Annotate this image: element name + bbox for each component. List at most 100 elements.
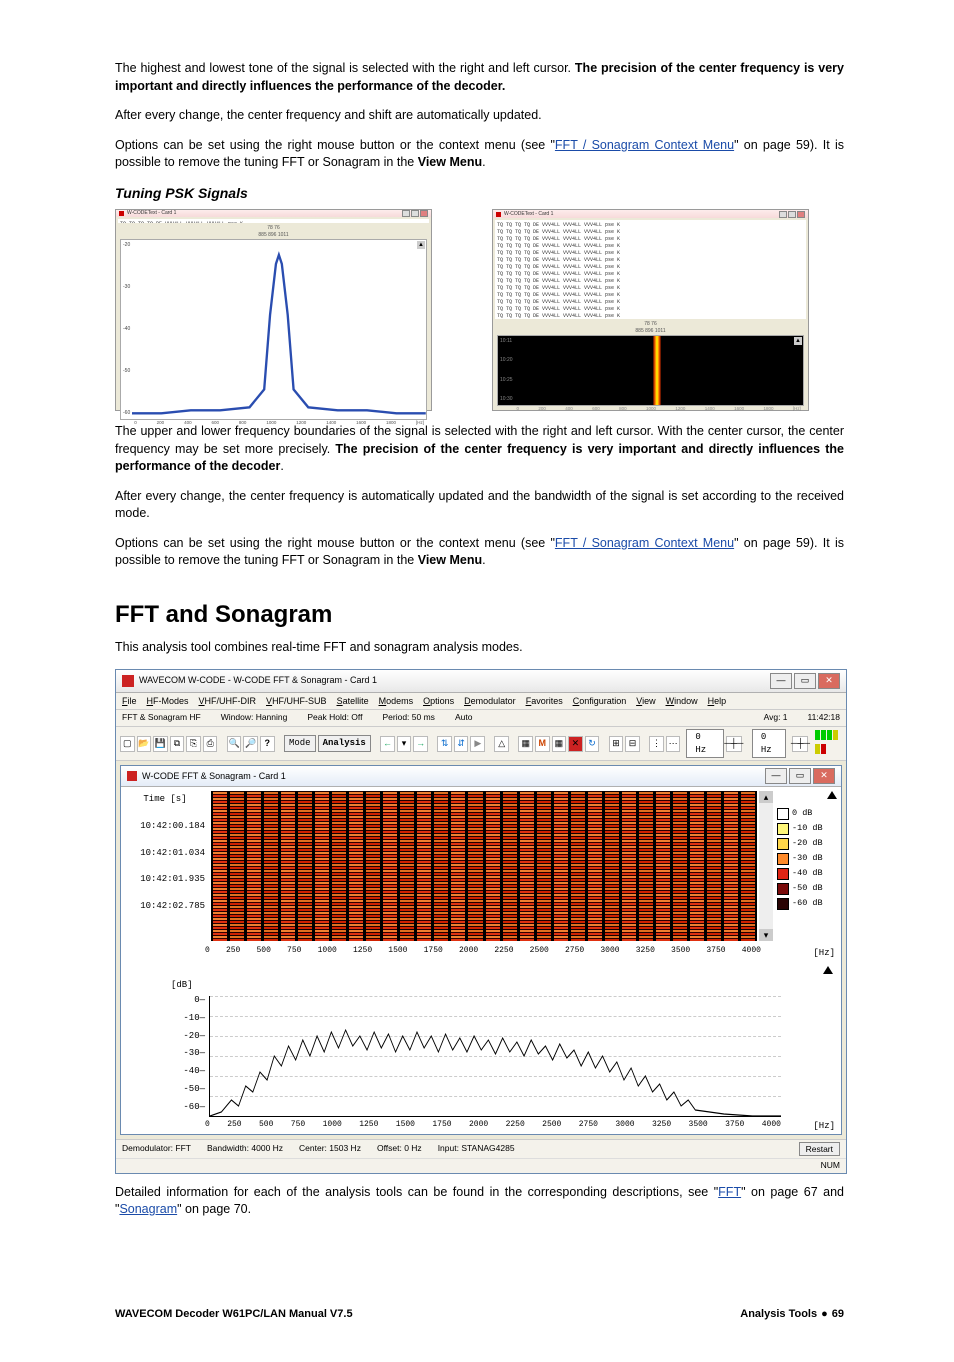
menu-item[interactable]: Configuration [573,695,627,708]
maximize-icon[interactable] [788,211,796,218]
status-window: Window: Hanning [221,712,288,724]
tool-icon[interactable]: △ [494,736,509,752]
sonagram-canvas [211,791,757,941]
status-offset: Offset: 0 Hz [377,1143,422,1155]
close-icon[interactable] [797,211,805,218]
maximize-icon[interactable]: ▭ [794,673,816,689]
status-bar: Demodulator: FFT Bandwidth: 4000 Hz Cent… [116,1139,846,1158]
axis-unit: [Hz] [813,947,835,960]
refresh-icon[interactable]: ↻ [585,736,600,752]
time-tick: 10:42:01.935 [125,873,205,886]
link-fft-sonagram-menu[interactable]: FFT / Sonagram Context Menu [555,536,734,550]
zoom-in-icon[interactable]: 🔍 [227,736,242,752]
titlebar: WAVECOM W-CODE - W-CODE FFT & Sonagram -… [116,670,846,693]
help-icon[interactable]: ? [260,736,275,752]
prev-icon[interactable]: ← [380,736,395,752]
time-tick: 10:42:01.034 [125,847,205,860]
page-footer: WAVECOM Decoder W61PC/LAN Manual V7.5 An… [115,1307,844,1322]
status-time: 11:42:18 [808,712,840,724]
print-icon[interactable]: ⎙ [203,736,218,752]
titlebar: W-CODEText - Card 1 [493,210,808,218]
legend-item: 0 dB [777,808,837,820]
signal-stripe [653,336,661,405]
sonagram-pane: Time [s] 10:42:00.184 10:42:01.034 10:42… [121,787,841,945]
close-icon[interactable]: ✕ [813,768,835,784]
paste-icon[interactable]: ⎘ [186,736,201,752]
scroll-up-icon[interactable]: ▲ [417,241,425,249]
link-fft-sonagram-menu[interactable]: FFT / Sonagram Context Menu [555,138,734,152]
save-icon[interactable]: 💾 [153,736,168,752]
screenshot-row: W-CODEText - Card 1 TQ TQ TQ TQ DE VVV4L… [115,209,844,411]
dropdown-icon[interactable]: ▾ [397,736,412,752]
tool-icon[interactable]: ▦ [518,736,533,752]
next-icon[interactable]: → [413,736,428,752]
collapse-icon[interactable] [823,966,833,974]
menu-item[interactable]: HF-Modes [147,695,189,708]
menu-item[interactable]: Window [666,695,698,708]
axis-label-time: Time [s] [125,793,205,806]
paragraph: The highest and lowest tone of the signa… [115,60,844,95]
legend-item: -40 dB [777,868,837,880]
close-icon[interactable]: ✕ [818,673,840,689]
tune-icon[interactable]: ─┼─ [726,736,742,752]
app-icon [496,212,501,217]
maximize-icon[interactable]: ▭ [789,768,811,784]
menu-item[interactable]: View [636,695,655,708]
status-mode: FFT & Sonagram HF [122,712,201,724]
play-icon[interactable]: ▶ [470,736,485,752]
minimize-icon[interactable]: — [770,673,792,689]
menu-item[interactable]: VHF/UHF-DIR [199,695,257,708]
minimize-icon[interactable] [779,211,787,218]
minimize-icon[interactable]: — [765,768,787,784]
menu-item[interactable]: Modems [379,695,414,708]
sonagram-plot: 10:1110:2010:2510:30 0200400600800100012… [497,335,804,406]
tool-icon[interactable]: ⊟ [625,736,640,752]
footer-title: WAVECOM Decoder W61PC/LAN Manual V7.5 [115,1307,353,1322]
restart-button[interactable]: Restart [799,1142,840,1156]
tool-icon[interactable]: ✕ [568,736,583,752]
tool-icon[interactable]: ⇵ [454,736,469,752]
minimize-icon[interactable] [402,210,410,217]
decoder-text-pane: TQ TQ TQ TQ DE VVV4LL VVV4LL VVV4LL pse … [495,220,806,319]
open-icon[interactable]: 📂 [137,736,152,752]
scroll-up-icon[interactable]: ▲ [794,337,802,345]
app-icon [122,675,134,687]
link-sonagram[interactable]: Sonagram [119,1202,177,1216]
tool-icon[interactable]: ⇅ [437,736,452,752]
status-center: Center: 1503 Hz [299,1143,361,1155]
menu-item[interactable]: Demodulator [464,695,516,708]
x-axis: 0250500750100012501500175020002250250027… [121,1119,841,1134]
status-period: Period: 50 ms [382,712,434,724]
menu-item[interactable]: Satellite [337,695,369,708]
heading-tuning-psk: Tuning PSK Signals [115,184,844,204]
tool-icon[interactable]: ⊞ [609,736,624,752]
menu-item[interactable]: File [122,695,137,708]
maximize-icon[interactable] [411,210,419,217]
menu-item[interactable]: Help [708,695,727,708]
menu-item[interactable]: Options [423,695,454,708]
tool-icon[interactable]: ⋯ [666,736,681,752]
tune-icon[interactable]: ─┼─ [792,736,808,752]
menu-item[interactable]: Favorites [526,695,563,708]
toolbar: ▢ 📂 💾 ⧉ ⎘ ⎙ 🔍 🔎 ? Mode Analysis ← ▾ → ⇅ … [116,727,846,761]
zoom-out-icon[interactable]: 🔎 [243,736,258,752]
menu-item[interactable]: VHF/UHF-SUB [266,695,327,708]
mode-button[interactable]: Mode [284,735,316,752]
titlebar: W-CODEText - Card 1 [116,210,431,217]
collapse-icon[interactable] [827,791,837,799]
tool-icon[interactable]: ⋮ [649,736,664,752]
time-tick: 10:42:02.785 [125,900,205,913]
x-axis: 0250500750100012501500175020002250250027… [121,945,841,960]
analysis-button[interactable]: Analysis [318,735,371,752]
copy-icon[interactable]: ⧉ [170,736,185,752]
tool-icon[interactable]: M [535,736,550,752]
close-icon[interactable] [420,210,428,217]
scrollbar[interactable]: ▴ ▾ [759,791,773,941]
decoder-text-pane: TQ TQ TQ TQ DE VVV4LL VVV4LL VVV4LL pse … [118,219,429,223]
heading-fft-and-sonagram: FFT and Sonagram [115,598,844,632]
tool-icon[interactable]: ▦ [552,736,567,752]
link-fft[interactable]: FFT [718,1185,741,1199]
legend-item: -50 dB [777,883,837,895]
status-auto: Auto [455,712,473,724]
new-icon[interactable]: ▢ [120,736,135,752]
